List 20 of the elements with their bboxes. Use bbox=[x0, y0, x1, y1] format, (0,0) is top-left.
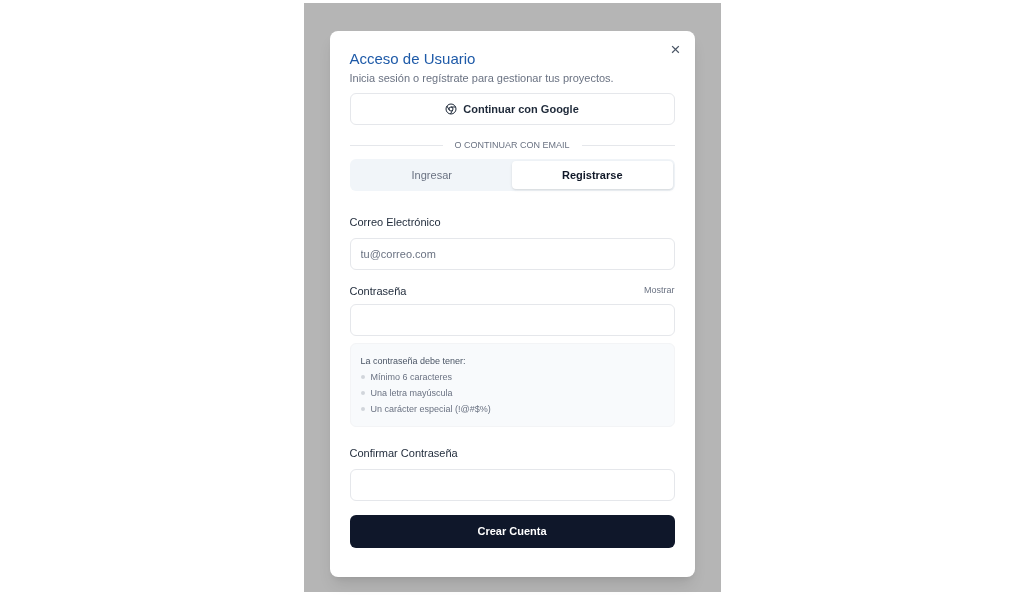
create-account-button[interactable]: Crear Cuenta bbox=[349, 515, 675, 548]
password-field[interactable] bbox=[349, 304, 675, 336]
dialog-subtitle: Inicia sesión o regístrate para gestionar tus proyectos. bbox=[349, 71, 615, 85]
field-label: Confirmar Contraseña bbox=[349, 446, 459, 460]
google-button[interactable]: Continuar con Google bbox=[349, 93, 675, 125]
close-button[interactable]: × bbox=[670, 41, 681, 58]
email-field[interactable]: tu@correo.com bbox=[349, 238, 675, 270]
field-label: Correo Electrónico bbox=[349, 215, 442, 229]
field-label: Contraseña bbox=[349, 284, 407, 298]
rule-text: Un carácter especial (!@#$%) bbox=[370, 403, 491, 415]
rules-title: La contraseña debe tener: bbox=[360, 355, 467, 367]
rule-text: Mínimo 6 caracteres bbox=[370, 371, 453, 383]
divider-label: O CONTINUAR CON EMAIL bbox=[454, 139, 570, 151]
tab[interactable]: Ingresar bbox=[351, 161, 512, 189]
tab[interactable]: Registrarse bbox=[512, 161, 673, 189]
chrome-icon bbox=[445, 103, 458, 115]
confirm-password-field[interactable] bbox=[349, 469, 675, 501]
dialog-title: Acceso de Usuario bbox=[349, 50, 477, 68]
rule-text: Una letra mayúscula bbox=[370, 387, 453, 399]
show-password-link[interactable]: Mostrar bbox=[644, 284, 675, 298]
